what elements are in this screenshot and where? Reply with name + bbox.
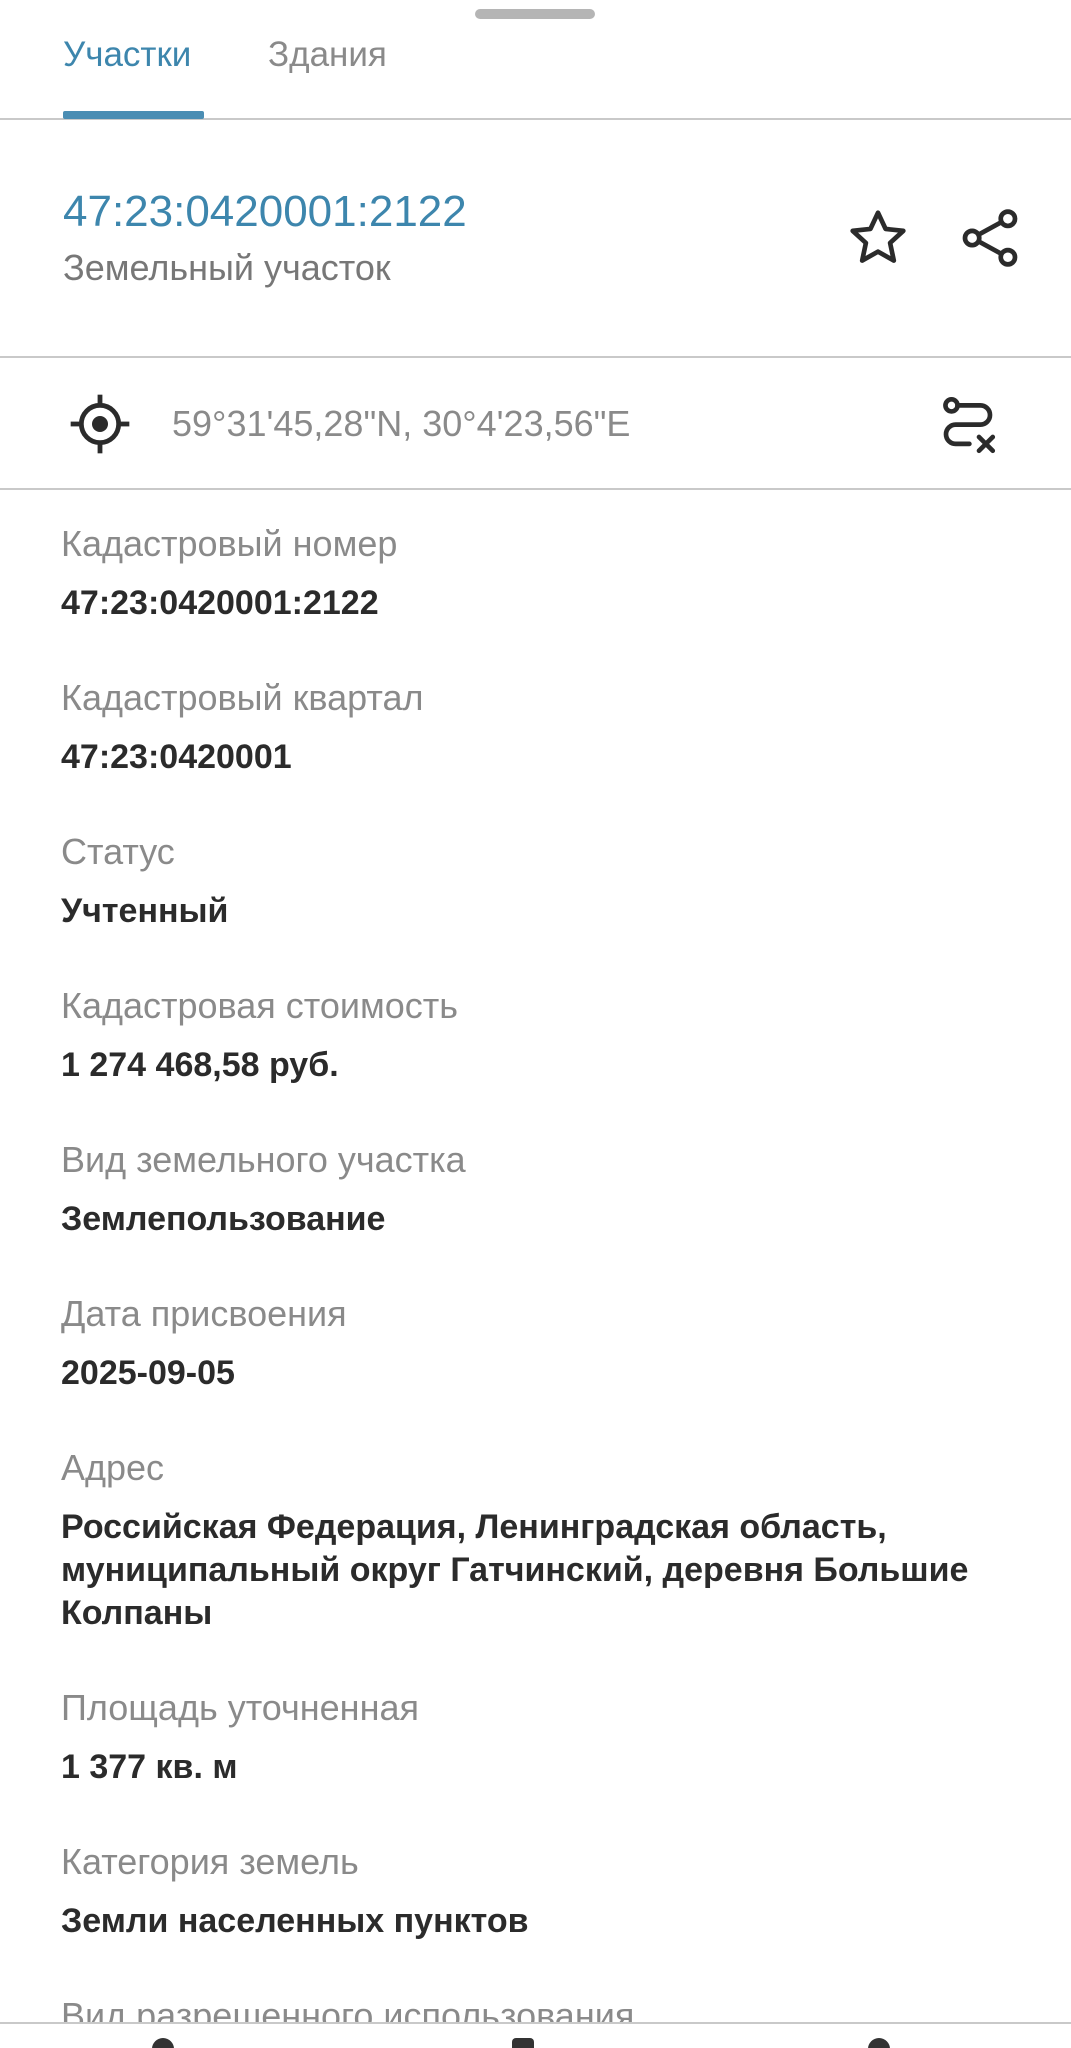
tab-plots[interactable]: Участки (63, 34, 191, 76)
field-value: 2025-09-05 (61, 1354, 235, 1392)
field-assignment-date: Дата присвоения 2025-09-05 (61, 1292, 1021, 1395)
coordinates-row: 59°31'45,28"N, 30°4'23,56"E (0, 358, 1071, 490)
field-cadastral-quarter: Кадастровый квартал 47:23:0420001 (61, 676, 1021, 779)
field-area: Площадь уточненная 1 377 кв. м (61, 1686, 1021, 1789)
field-label: Статус (61, 831, 175, 872)
plot-header: 47:23:0420001:2122 Земельный участок (0, 120, 1071, 358)
field-value[interactable]: 47:23:0420001 (61, 736, 1021, 779)
field-label: Адрес (61, 1447, 165, 1488)
field-label: Категория земель (61, 1841, 359, 1882)
field-value[interactable]: Российская Федерация, Ленинградская обла… (61, 1506, 1021, 1635)
field-cadastral-value: Кадастровая стоимость 1 274 468,58 руб. (61, 984, 1021, 1087)
object-type-subtitle: Земельный участок (63, 247, 391, 288)
field-value: 1 274 468,58 руб. (61, 1046, 339, 1084)
field-status: Статус Учтенный (61, 830, 1021, 933)
field-cadastral-number: Кадастровый номер 47:23:0420001:2122 (61, 522, 1021, 625)
share-button[interactable] (954, 202, 1026, 274)
field-label: Дата присвоения (61, 1293, 347, 1334)
field-land-category: Категория земель Земли населенных пункто… (61, 1840, 1021, 1943)
tab-buildings[interactable]: Здания (268, 34, 387, 76)
field-label: Площадь уточненная (61, 1687, 419, 1728)
field-value: Земли населенных пунктов (61, 1902, 529, 1940)
field-value: Землепользование (61, 1200, 386, 1238)
nav-map-icon[interactable] (152, 2038, 174, 2048)
field-value[interactable]: 47:23:0420001:2122 (61, 582, 1021, 625)
bottom-navigation (0, 2024, 1071, 2048)
coordinates-text[interactable]: 59°31'45,28"N, 30°4'23,56"E (172, 402, 630, 446)
field-label: Кадастровая стоимость (61, 985, 459, 1026)
field-plot-type: Вид земельного участка Землепользование (61, 1138, 1021, 1241)
nav-layers-icon[interactable] (512, 2038, 534, 2048)
share-icon (962, 209, 1018, 267)
field-address: Адрес Российская Федерация, Ленинградска… (61, 1446, 1021, 1635)
nav-profile-icon[interactable] (868, 2038, 890, 2048)
field-value: 1 377 кв. м (61, 1748, 238, 1786)
tab-bar: Участки Здания (0, 0, 1071, 120)
field-label: Вид земельного участка (61, 1139, 466, 1180)
route-button[interactable] (930, 388, 1006, 464)
star-icon (850, 210, 906, 263)
gps-target-icon[interactable] (68, 392, 132, 456)
favorite-button[interactable] (842, 202, 914, 274)
cadastral-number-title[interactable]: 47:23:0420001:2122 (63, 186, 467, 238)
field-value: Учтенный (61, 892, 229, 930)
route-clear-icon (943, 396, 996, 454)
field-label: Кадастровый номер (61, 523, 398, 564)
active-tab-indicator (63, 111, 204, 119)
field-label: Кадастровый квартал (61, 677, 424, 718)
